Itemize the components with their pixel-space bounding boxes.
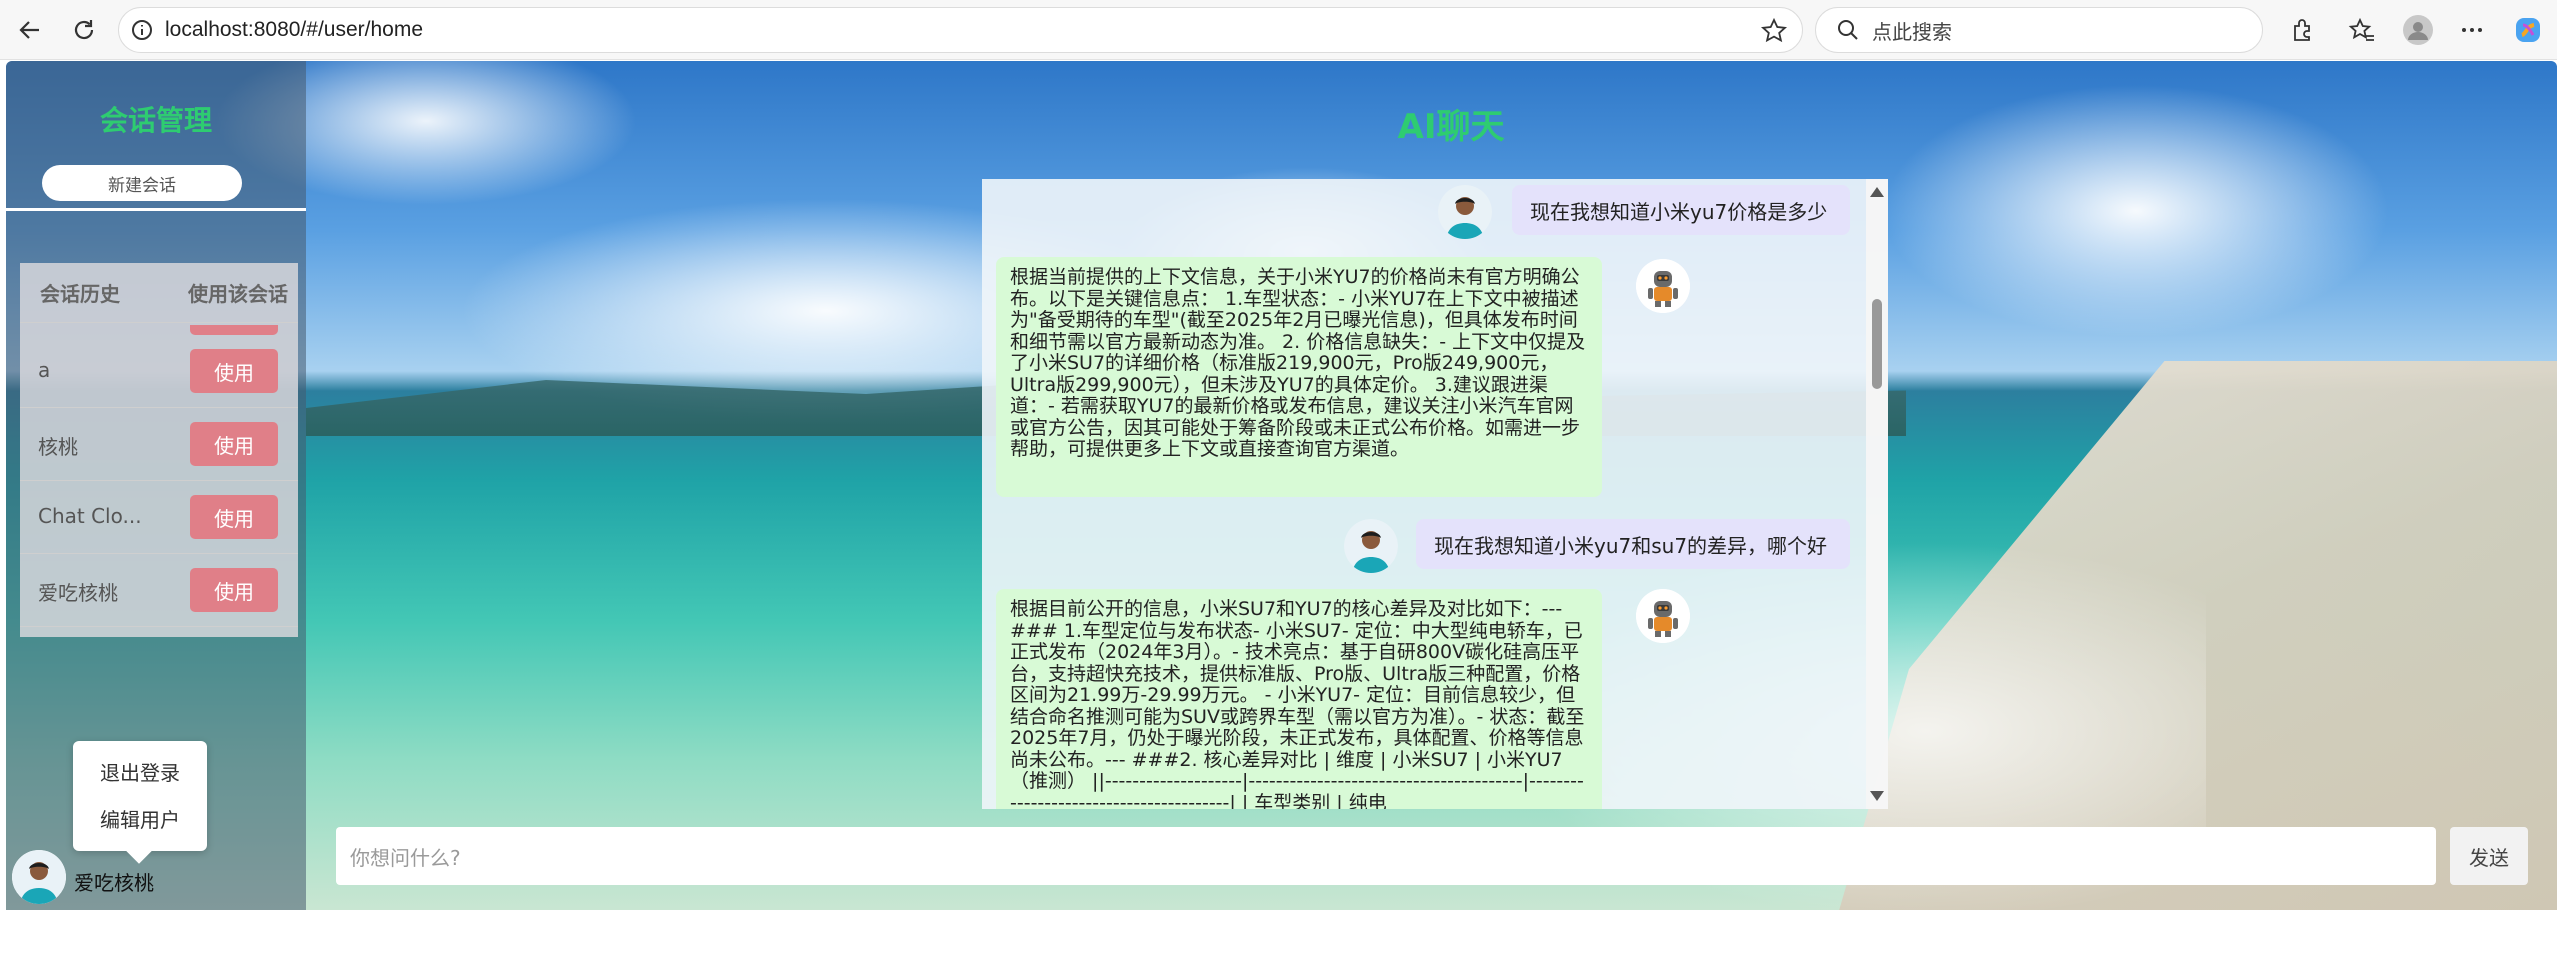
- robot-avatar-icon: [1636, 259, 1690, 313]
- scroll-up-arrow-icon[interactable]: [1870, 187, 1884, 197]
- favorite-star-icon[interactable]: [1760, 17, 1788, 49]
- scroll-down-arrow-icon[interactable]: [1870, 791, 1884, 801]
- sidebar: 会话管理 新建会话 会话历史 使用该会话 a 使用 核桃 使用 Chat Clo…: [6, 61, 306, 910]
- history-row: Chat Clo... 使用: [20, 481, 298, 554]
- partially-scrolled-use-button[interactable]: [190, 325, 278, 335]
- user-message-bubble: 现在我想知道小米yu7价格是多少: [1512, 185, 1850, 235]
- session-name: 核桃: [38, 435, 78, 459]
- back-icon[interactable]: [10, 10, 50, 50]
- more-menu-icon[interactable]: [2452, 10, 2492, 50]
- use-column-header: 使用该会话: [188, 282, 288, 306]
- chat-window[interactable]: 现在我想知道小米yu7价格是多少 根据当前提供的上下文信息，关于小米YU7的价格…: [982, 179, 1888, 809]
- use-session-button[interactable]: 使用: [190, 349, 278, 393]
- page-title: AI聊天: [1397, 107, 1505, 147]
- history-row: a 使用: [20, 335, 298, 408]
- session-name: Chat Clo...: [38, 504, 142, 528]
- history-column-header: 会话历史: [40, 282, 120, 306]
- ai-message-bubble: 根据目前公开的信息，小米SU7和YU7的核心差异及对比如下：--- ### 1.…: [996, 589, 1602, 809]
- scrollbar-thumb[interactable]: [1872, 299, 1882, 389]
- search-placeholder: 点此搜索: [1872, 19, 1952, 44]
- search-icon: [1838, 20, 1858, 40]
- extensions-icon[interactable]: [2282, 10, 2322, 50]
- chat-scrollbar[interactable]: [1866, 179, 1888, 809]
- use-session-button[interactable]: 使用: [190, 568, 278, 612]
- sidebar-divider: [6, 208, 306, 211]
- search-box[interactable]: 点此搜索: [1815, 7, 2263, 53]
- sidebar-title: 会话管理: [99, 104, 212, 137]
- session-name: a: [38, 358, 51, 382]
- app-root: 会话管理 新建会话 会话历史 使用该会话 a 使用 核桃 使用 Chat Clo…: [6, 61, 2557, 910]
- new-session-button[interactable]: 新建会话: [42, 165, 242, 201]
- history-row: 核桃 使用: [20, 408, 298, 481]
- user-avatar[interactable]: [12, 850, 66, 904]
- user-avatar-icon: [1438, 185, 1492, 239]
- ai-message-bubble: 根据当前提供的上下文信息，关于小米YU7的价格尚未有官方明确公布。以下是关键信息…: [996, 257, 1602, 497]
- edit-user-menu-item[interactable]: 编辑用户: [73, 804, 207, 833]
- browser-toolbar: localhost:8080/#/user/home 点此搜索: [0, 0, 2557, 60]
- robot-avatar-icon: [1636, 589, 1690, 643]
- history-row: 爱吃核桃 使用: [20, 554, 298, 627]
- copilot-icon[interactable]: [2508, 10, 2548, 50]
- user-name[interactable]: 爱吃核桃: [74, 867, 154, 896]
- message-input[interactable]: 你想问什么?: [336, 827, 2436, 885]
- url-text[interactable]: localhost:8080/#/user/home: [165, 18, 423, 42]
- history-table-header: 会话历史 使用该会话: [20, 263, 298, 323]
- user-message-bubble: 现在我想知道小米yu7和su7的差异，哪个好: [1416, 519, 1850, 569]
- reload-icon[interactable]: [64, 10, 104, 50]
- favorites-icon[interactable]: [2342, 10, 2382, 50]
- session-history-table: 会话历史 使用该会话 a 使用 核桃 使用 Chat Clo... 使用 爱吃核…: [20, 263, 298, 637]
- address-bar[interactable]: localhost:8080/#/user/home: [118, 7, 1803, 53]
- send-button[interactable]: 发送: [2450, 827, 2528, 885]
- session-name: 爱吃核桃: [38, 581, 118, 605]
- profile-icon[interactable]: [2398, 10, 2438, 50]
- use-session-button[interactable]: 使用: [190, 422, 278, 466]
- site-info-icon[interactable]: [119, 7, 165, 53]
- user-avatar-icon: [1344, 519, 1398, 573]
- logout-menu-item[interactable]: 退出登录: [73, 757, 207, 786]
- use-session-button[interactable]: 使用: [190, 495, 278, 539]
- user-menu-popover: 退出登录 编辑用户: [73, 741, 207, 864]
- popover-arrow: [126, 838, 152, 864]
